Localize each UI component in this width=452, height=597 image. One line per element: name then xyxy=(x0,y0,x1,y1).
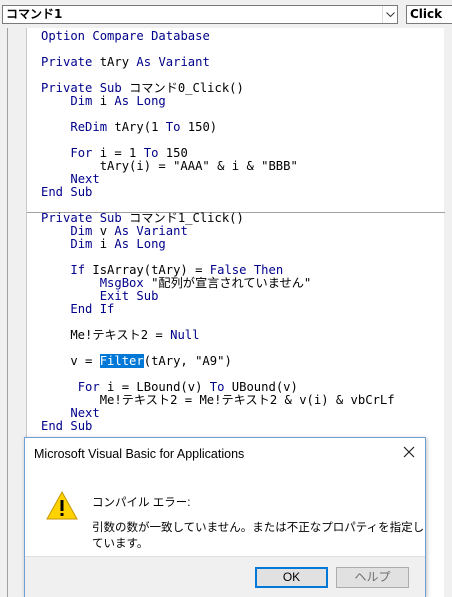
dialog-header: コンパイル エラー: xyxy=(92,497,191,509)
code-line[interactable]: Dim i As Long xyxy=(41,238,395,251)
dialog-title: Microsoft Visual Basic for Applications xyxy=(34,447,245,461)
code-line[interactable]: End Sub xyxy=(41,420,395,433)
code-line[interactable]: Option Compare Database xyxy=(41,30,395,43)
procedure-combo-value: Click xyxy=(410,7,443,21)
code-line[interactable]: Me!テキスト2 = Null xyxy=(41,329,395,342)
code-text[interactable]: Option Compare Database Private tAry As … xyxy=(41,30,395,433)
warning-icon xyxy=(46,490,78,522)
code-line[interactable]: End If xyxy=(41,303,395,316)
chevron-down-icon[interactable] xyxy=(382,6,397,23)
procedure-combo[interactable]: Click xyxy=(406,5,452,24)
help-button[interactable]: ヘルプ xyxy=(336,567,409,588)
compile-error-dialog: Microsoft Visual Basic for Applications … xyxy=(24,437,426,597)
code-line[interactable]: Next xyxy=(41,173,395,186)
code-line[interactable]: Private tAry As Variant xyxy=(41,56,395,69)
dialog-message: 引数の数が一致していません。または不正なプロパティを指定しています。 xyxy=(92,522,425,550)
selected-word: Filter xyxy=(99,354,144,368)
code-line[interactable]: ReDim tAry(1 To 150) xyxy=(41,121,395,134)
code-line[interactable]: v = Filter(tAry, "A9") xyxy=(41,354,395,368)
close-icon[interactable] xyxy=(402,445,416,459)
ok-button[interactable]: OK xyxy=(255,567,328,588)
object-combo[interactable]: コマンド1 xyxy=(2,5,398,24)
dialog-button-bar: OK ヘルプ xyxy=(25,556,425,597)
code-line[interactable]: End Sub xyxy=(41,186,395,199)
code-line[interactable]: Dim i As Long xyxy=(41,95,395,108)
toolbar: コマンド1 Click xyxy=(0,0,452,28)
code-line[interactable]: Next xyxy=(41,407,395,420)
object-combo-value: コマンド1 xyxy=(6,7,63,21)
